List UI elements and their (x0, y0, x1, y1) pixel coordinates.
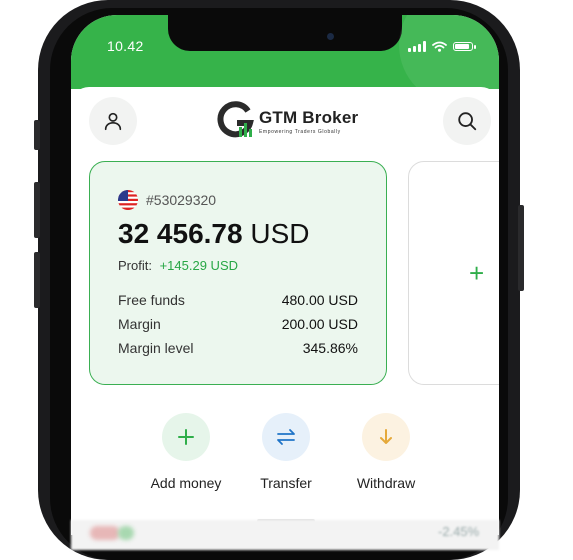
detail-row-margin-level: Margin level 345.86% (118, 340, 358, 356)
detail-row-margin: Margin 200.00 USD (118, 316, 358, 332)
profile-button[interactable] (89, 97, 137, 145)
us-flag-icon (118, 190, 138, 210)
transfer-arrows-icon (277, 429, 295, 445)
signal-icon (408, 41, 426, 52)
app-content: GTM Broker Empowering Traders Globally #… (71, 87, 499, 535)
detail-row-free-funds: Free funds 480.00 USD (118, 292, 358, 308)
search-button[interactable] (443, 97, 491, 145)
profit-row: Profit: +145.29 USD (118, 258, 238, 273)
status-icons (408, 41, 476, 52)
detail-label: Margin (118, 316, 161, 332)
account-balance: 32 456.78 USD (118, 218, 309, 250)
balance-currency: USD (250, 218, 310, 249)
battery-icon (453, 42, 476, 51)
user-icon (104, 112, 122, 131)
detail-value: 480.00 USD (281, 292, 358, 308)
account-number: #53029320 (146, 192, 217, 208)
phone-volume-down-button (34, 252, 40, 308)
status-bar: 10.42 (71, 15, 499, 105)
phone-power-button (518, 205, 524, 291)
detail-label: Free funds (118, 292, 185, 308)
action-label: Withdraw (356, 475, 416, 491)
add-account-card[interactable]: + (408, 161, 499, 385)
add-money-icon-circle (162, 413, 210, 461)
brand-tagline: Empowering Traders Globally (259, 128, 341, 135)
withdraw-button[interactable]: Withdraw (357, 413, 415, 491)
add-money-button[interactable]: Add money (151, 413, 221, 491)
phone-screen: 10.42 GTM Broker Empowering Traders Glob… (71, 15, 499, 535)
detail-value: 200.00 USD (281, 316, 358, 332)
notch (168, 15, 402, 51)
profit-value: +145.29 USD (159, 258, 239, 273)
plus-icon: + (469, 258, 485, 288)
detail-label: Margin level (118, 340, 194, 356)
withdraw-icon-circle (362, 413, 410, 461)
wifi-icon (432, 41, 447, 52)
background-pill (118, 526, 134, 540)
search-icon (458, 112, 477, 131)
arrow-down-icon (380, 429, 392, 444)
plus-icon (178, 429, 194, 445)
background-list-row (71, 520, 499, 550)
transfer-button[interactable]: Transfer (260, 413, 312, 491)
status-time: 10.42 (107, 38, 144, 54)
phone-mute-switch (34, 120, 40, 150)
account-card[interactable]: #53029320 32 456.78 USD Profit: +145.29 … (89, 161, 387, 385)
gtm-logo-mark (217, 101, 254, 138)
phone-volume-up-button (34, 182, 40, 238)
transfer-icon-circle (262, 413, 310, 461)
balance-value: 32 456.78 (118, 218, 243, 249)
action-label: Add money (150, 475, 222, 491)
detail-value: 345.86% (302, 340, 358, 356)
action-label: Transfer (260, 475, 312, 491)
front-camera (327, 33, 334, 40)
background-change-value: -2.45% (438, 524, 480, 539)
brand-logo: GTM Broker Empowering Traders Globally (215, 101, 358, 141)
brand-name: GTM Broker (259, 107, 359, 127)
background-pill (90, 526, 120, 540)
profit-label: Profit: (118, 258, 152, 273)
